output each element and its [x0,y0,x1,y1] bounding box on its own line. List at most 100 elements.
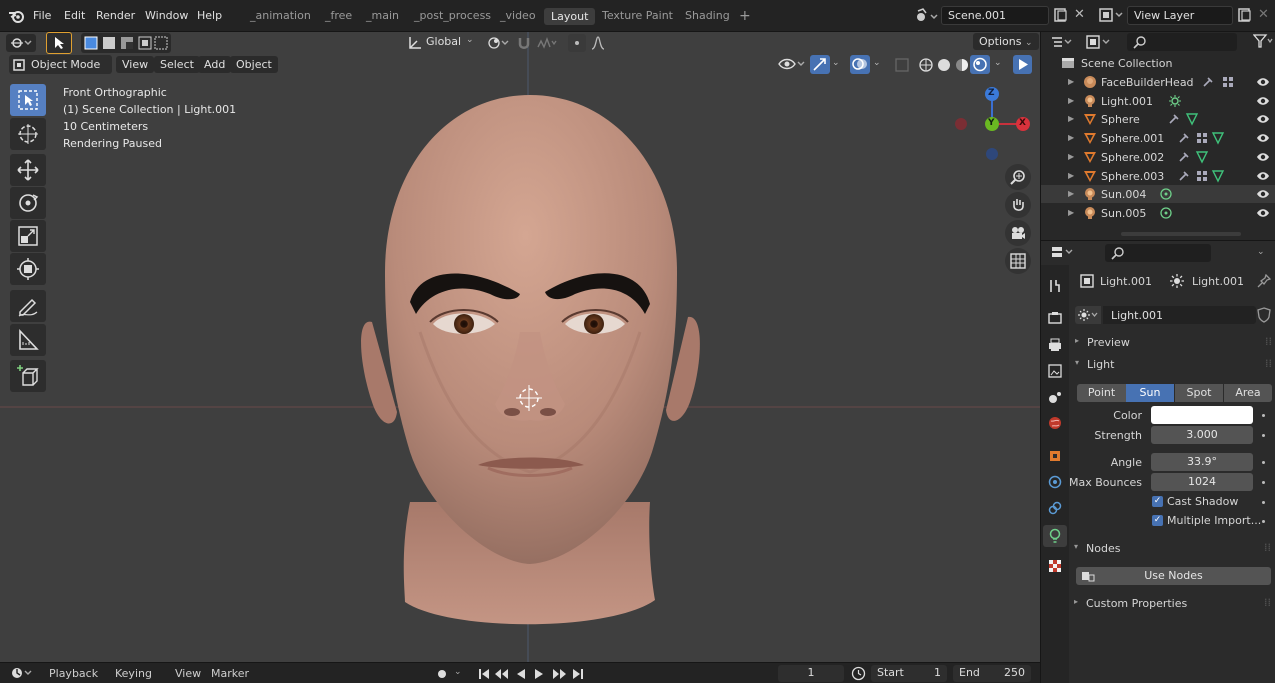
menu-file[interactable]: File [33,9,51,22]
play-reverse-button[interactable] [513,665,529,682]
zoom-button[interactable] [1005,164,1031,190]
display-mode-icon[interactable] [1086,34,1112,50]
mode-dropdown[interactable]: Object Mode [9,55,112,74]
outliner-row-sphere-002[interactable]: ▶ Sphere.002 [1041,148,1275,166]
transform-tool-button[interactable] [10,253,46,285]
menu-help[interactable]: Help [197,9,222,22]
chevron-down-icon[interactable]: ⌄ [994,58,1002,68]
nodes-section-header[interactable]: ▾ Nodes ⁞⁞ [1070,540,1275,558]
expand-arrow-icon[interactable]: ▶ [1068,133,1074,142]
menu-add[interactable]: Add [198,56,232,73]
move-tool-button[interactable] [10,154,46,186]
modifier-data-icon[interactable] [1177,131,1229,145]
pan-button[interactable] [1005,192,1031,218]
outliner-editor-icon[interactable] [1050,35,1074,49]
add-cube-tool-button[interactable] [10,360,46,392]
animate-property-dot[interactable] [1262,434,1265,437]
visibility-icon[interactable] [777,56,805,72]
shading-solid-icon[interactable] [936,57,952,73]
shading-material-icon[interactable] [954,57,970,73]
fake-user-shield-icon[interactable] [1257,307,1271,323]
preview-section-header[interactable]: ▸ Preview ⁞⁞ [1071,334,1275,352]
eye-icon[interactable] [1256,151,1270,163]
shading-rendered-icon[interactable] [970,55,990,74]
xray-icon[interactable] [894,57,910,73]
tab-view-layer[interactable] [1046,362,1064,380]
view-layer-field[interactable]: View Layer [1127,6,1233,25]
properties-editor-icon[interactable] [1051,245,1075,259]
eye-icon[interactable] [1256,188,1270,200]
new-view-layer-icon[interactable] [1238,8,1252,22]
scene-field[interactable]: Scene.001 [941,6,1049,25]
start-frame-field[interactable]: Start 1 [871,665,947,682]
modifier-data-icon[interactable] [1159,206,1173,220]
drag-handle-icon[interactable]: ⁞⁞ [1265,335,1272,348]
cast-shadow-checkbox[interactable]: ✓ [1152,496,1163,507]
remove-view-layer-icon[interactable]: ✕ [1258,7,1269,22]
menu-edit[interactable]: Edit [64,9,85,22]
pin-icon[interactable] [1257,274,1271,288]
outliner-row-sun-004[interactable]: ▶ Sun.004 [1041,185,1275,204]
pivot-point-icon[interactable] [487,35,509,51]
gizmo-toggle-icon[interactable] [810,55,830,74]
proportional-editing-button[interactable] [568,34,586,52]
light-type-spot[interactable]: Spot [1175,384,1223,402]
menu-timeline-view[interactable]: View [175,667,201,680]
strength-field[interactable]: 3.000 [1151,426,1253,444]
tab-tool[interactable] [1046,277,1064,295]
tab-animation[interactable]: _animation [250,9,311,22]
tab-shading[interactable]: Shading [685,9,730,22]
multiple-importance-checkbox[interactable]: ✓ [1152,515,1163,526]
tab-layout[interactable]: Layout [544,8,596,25]
tab-output[interactable] [1046,336,1064,354]
menu-view[interactable]: View [116,56,155,73]
options-dropdown[interactable]: Options ⌄ [973,33,1039,50]
eye-icon[interactable] [1256,170,1270,182]
expand-arrow-icon[interactable]: ▶ [1068,189,1074,198]
eye-icon[interactable] [1256,113,1270,125]
outliner-row-sphere-001[interactable]: ▶ Sphere.001 [1041,129,1275,147]
menu-object[interactable]: Object [230,56,278,73]
custom-properties-section-header[interactable]: ▸ Custom Properties ⁞⁞ [1070,595,1275,613]
modifier-data-icon[interactable] [1201,75,1237,89]
jump-end-button[interactable] [570,665,586,682]
chevron-down-icon[interactable]: ⌄ [454,667,462,677]
measure-tool-button[interactable] [10,324,46,356]
add-workspace-icon[interactable]: + [739,8,751,24]
use-nodes-button[interactable]: Use Nodes [1076,567,1271,585]
color-swatch[interactable] [1151,406,1253,424]
light-type-area[interactable]: Area [1224,384,1272,402]
tab-light-data[interactable] [1043,525,1067,547]
jump-start-button[interactable] [475,665,493,682]
modifier-data-icon[interactable] [1177,169,1229,183]
expand-arrow-icon[interactable]: ▶ [1068,96,1074,105]
editor-type-button[interactable] [6,34,36,52]
tab-render[interactable] [1046,309,1064,327]
rotate-tool-button[interactable] [10,187,46,219]
animate-property-dot[interactable] [1262,414,1265,417]
cursor-tool-button[interactable] [10,118,46,150]
outliner-search-input[interactable] [1127,33,1237,51]
3d-viewport[interactable]: Global ⌄ Options ⌄ Object Mode View Sele… [0,32,1040,662]
eye-icon[interactable] [1256,76,1270,88]
annotate-tool-button[interactable] [10,290,46,322]
menu-render[interactable]: Render [96,9,135,22]
select-box-tool-button[interactable] [46,32,72,54]
select-new-icon[interactable] [84,36,98,50]
animate-property-dot[interactable] [1262,461,1265,464]
tab-video[interactable]: _video [500,9,536,22]
view-layer-icon[interactable] [1099,8,1125,22]
drag-handle-icon[interactable]: ⁞⁞ [1265,357,1272,370]
eye-icon[interactable] [1256,207,1270,219]
menu-marker[interactable]: Marker [211,667,249,680]
timeline-editor-icon[interactable] [10,666,34,680]
filter-icon[interactable] [1253,34,1273,48]
select-subtract-icon[interactable] [120,36,134,50]
shading-wireframe-icon[interactable] [918,57,934,73]
scene-collection-row[interactable]: Scene Collection [1041,54,1275,72]
tab-texture[interactable] [1046,557,1064,575]
toggle-perspective-button[interactable] [1005,248,1031,274]
chevron-down-icon[interactable]: ⌄ [1257,247,1265,257]
end-frame-field[interactable]: End 250 [953,665,1031,682]
modifier-data-icon[interactable] [1167,112,1203,126]
